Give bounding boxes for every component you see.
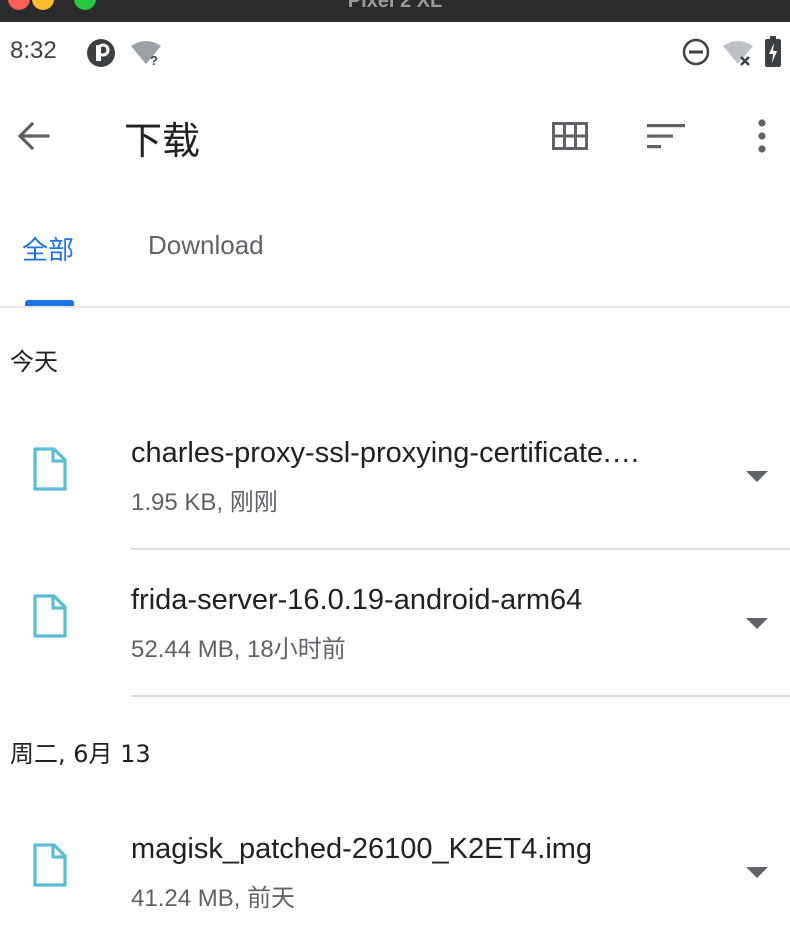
- page-title: 下载: [124, 119, 201, 163]
- grid-view-icon: [552, 122, 588, 150]
- app-toolbar: 下载: [0, 82, 790, 192]
- tabs-divider: [0, 306, 790, 308]
- grid-view-button[interactable]: [548, 114, 592, 158]
- window-title: Pixel 2 XL: [347, 0, 443, 12]
- battery-charging-icon: [764, 36, 782, 72]
- file-row[interactable]: charles-proxy-ssl-proxying-certificate.……: [0, 404, 790, 550]
- status-bar: 8:32 ?: [0, 22, 790, 82]
- file-icon: [32, 447, 68, 495]
- expand-button[interactable]: [742, 462, 772, 492]
- wifi-question-icon: ?: [130, 40, 162, 70]
- file-name: charles-proxy-ssl-proxying-certificate.…: [131, 437, 641, 469]
- section-header-date: 周二, 6月 13: [10, 740, 151, 768]
- file-icon: [32, 594, 68, 642]
- back-button[interactable]: [12, 114, 56, 158]
- file-row[interactable]: magisk_patched-26100_K2ET4.img 41.24 MB,…: [0, 800, 790, 946]
- file-row[interactable]: frida-server-16.0.19-android-arm64 52.44…: [0, 551, 790, 697]
- file-name: magisk_patched-26100_K2ET4.img: [131, 833, 593, 865]
- row-divider: [131, 548, 790, 550]
- more-vert-icon: [758, 119, 766, 153]
- tab-all[interactable]: 全部: [22, 230, 74, 267]
- dropdown-arrow-icon: [746, 471, 768, 482]
- sort-icon: [647, 124, 685, 149]
- section-header-today: 今天: [10, 348, 58, 376]
- svg-text:?: ?: [150, 53, 158, 66]
- sort-button[interactable]: [644, 114, 688, 158]
- tab-bar: 全部 Download: [0, 192, 790, 306]
- arrow-back-icon: [17, 121, 50, 151]
- file-name: frida-server-16.0.19-android-arm64: [131, 584, 583, 616]
- expand-button[interactable]: [742, 609, 772, 639]
- window-titlebar: Pixel 2 XL: [0, 0, 790, 22]
- file-meta: 1.95 KB, 刚刚: [131, 489, 278, 516]
- file-meta: 41.24 MB, 前天: [131, 885, 296, 912]
- more-options-button[interactable]: [740, 114, 784, 158]
- expand-button[interactable]: [742, 858, 772, 888]
- do-not-disturb-icon: [682, 38, 710, 70]
- wifi-off-icon: [722, 40, 754, 70]
- status-time: 8:32: [10, 37, 57, 64]
- row-divider: [131, 695, 790, 697]
- profile-badge-icon: [86, 38, 116, 72]
- file-meta: 52.44 MB, 18小时前: [131, 636, 346, 663]
- tab-download[interactable]: Download: [148, 230, 264, 261]
- dropdown-arrow-icon: [746, 618, 768, 629]
- file-icon: [32, 843, 68, 891]
- dropdown-arrow-icon: [746, 867, 768, 878]
